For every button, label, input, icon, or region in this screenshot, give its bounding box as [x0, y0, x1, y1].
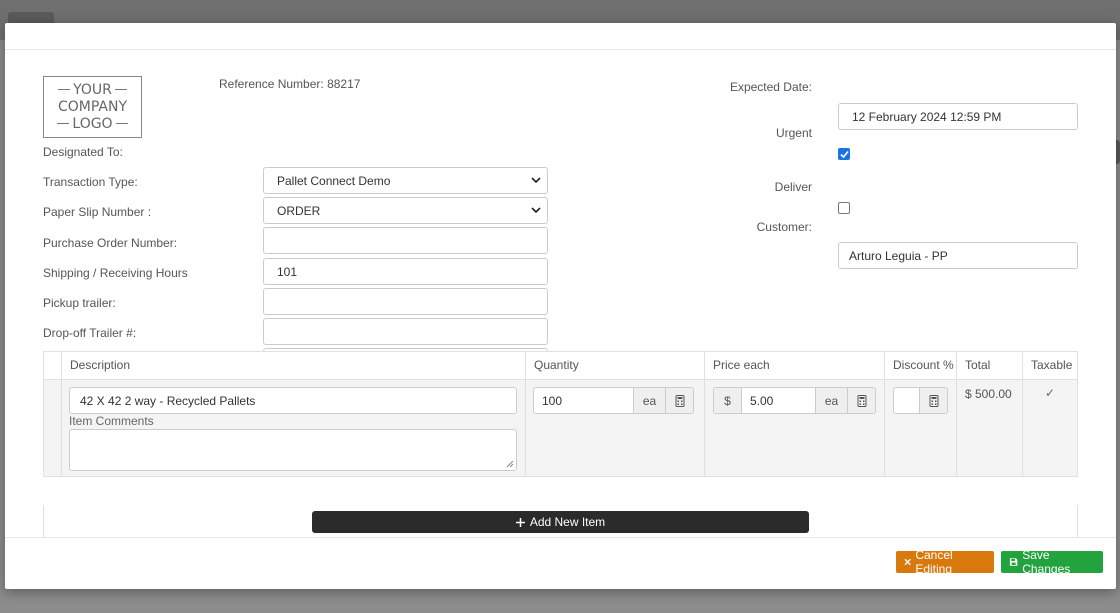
deliver-checkbox[interactable] [838, 202, 850, 214]
reference-value: 88217 [327, 77, 361, 91]
designated-to-value: Pallet Connect Demo [277, 173, 391, 188]
calculator-icon[interactable] [847, 388, 875, 413]
company-logo: YOUR COMPANY LOGO [43, 76, 142, 138]
price-input[interactable]: 5.00 [742, 388, 815, 413]
cell-divider [1022, 380, 1023, 476]
currency-symbol: $ [714, 388, 742, 413]
edit-transaction-modal: YOUR COMPANY LOGO Reference Number: 8821… [5, 23, 1116, 589]
expected-date-input[interactable]: 12 February 2024 12:59 PM [838, 103, 1078, 130]
item-description-input[interactable]: 42 X 42 2 way - Recycled Pallets [69, 387, 517, 414]
paper-slip-input[interactable] [263, 227, 548, 254]
designated-to-select[interactable]: Pallet Connect Demo [263, 167, 548, 194]
transaction-type-label: Transaction Type: [43, 175, 138, 189]
header-taxable: Taxable [1022, 352, 1078, 379]
header-price-each: Price each [704, 352, 884, 379]
purchase-order-label: Purchase Order Number: [43, 236, 178, 250]
calculator-icon[interactable] [919, 388, 947, 413]
discount-input[interactable] [894, 388, 919, 413]
price-unit: ea [815, 388, 847, 413]
urgent-checkbox[interactable] [838, 148, 850, 160]
header-quantity: Quantity [525, 352, 705, 379]
quantity-unit: ea [633, 388, 665, 413]
add-new-item-button[interactable]: Add New Item [312, 511, 809, 533]
save-icon [1009, 558, 1018, 566]
item-comments-label: Item Comments [69, 414, 154, 428]
close-icon [904, 558, 911, 566]
modal-footer: Cancel Editing Save Changes [5, 537, 1116, 589]
cancel-editing-label: Cancel Editing [915, 548, 953, 576]
calculator-icon[interactable] [665, 388, 693, 413]
customer-input[interactable]: Arturo Leguia - PP [838, 242, 1078, 269]
save-changes-label: Save Changes [1022, 548, 1071, 576]
quantity-input[interactable]: 100 [534, 388, 633, 413]
expected-date-label: Expected Date: [729, 80, 812, 94]
save-changes-button[interactable]: Save Changes [1001, 548, 1103, 576]
header-description: Description [61, 352, 526, 379]
plus-icon [515, 517, 525, 527]
logo-line-3: LOGO [54, 116, 130, 133]
logo-line-1: YOUR [55, 82, 130, 99]
chevron-down-icon [531, 207, 541, 214]
customer-label: Customer: [756, 220, 812, 234]
logo-line-2: COMPANY [57, 98, 128, 115]
header-discount: Discount % [884, 352, 956, 379]
reference-label: Reference Number: [219, 77, 324, 91]
taxable-check: ✓ [1045, 386, 1056, 400]
shipping-hours-input[interactable] [263, 288, 548, 315]
paper-slip-label: Paper Slip Number : [43, 205, 152, 219]
reference-number: Reference Number: 88217 [219, 77, 360, 91]
check-icon [840, 150, 849, 159]
purchase-order-input[interactable]: 101 [263, 258, 548, 285]
pickup-trailer-input[interactable] [263, 318, 548, 345]
designated-to-label: Designated To: [43, 145, 123, 159]
cell-divider [704, 380, 705, 476]
table-row: 42 X 42 2 way - Recycled Pallets Item Co… [43, 379, 1078, 477]
urgent-label: Urgent [775, 126, 812, 140]
price-group: $ 5.00 ea [713, 387, 876, 414]
dropoff-trailer-label: Drop-off Trailer #: [43, 326, 137, 340]
chevron-down-icon [531, 177, 541, 184]
discount-group [893, 387, 948, 414]
transaction-type-select[interactable]: ORDER [263, 197, 548, 224]
item-comments-textarea[interactable] [69, 429, 517, 471]
item-total: $ 500.00 [965, 387, 1012, 401]
cell-divider [525, 380, 526, 476]
cell-divider [884, 380, 885, 476]
pickup-trailer-label: Pickup trailer: [43, 296, 116, 310]
resize-handle-icon[interactable] [506, 460, 514, 468]
cell-divider [61, 380, 62, 476]
cancel-editing-button[interactable]: Cancel Editing [896, 548, 994, 576]
items-table-header: Description Quantity Price each Discount… [43, 351, 1078, 380]
shipping-hours-label: Shipping / Receiving Hours [43, 266, 188, 280]
deliver-label: Deliver [774, 180, 812, 194]
header-total: Total [956, 352, 1022, 379]
quantity-group: 100 ea [533, 387, 694, 414]
modal-header [5, 23, 1116, 50]
transaction-type-value: ORDER [277, 203, 321, 218]
modal-body: YOUR COMPANY LOGO Reference Number: 8821… [5, 51, 1116, 537]
cell-divider [956, 380, 957, 476]
add-new-item-label: Add New Item [529, 515, 606, 529]
